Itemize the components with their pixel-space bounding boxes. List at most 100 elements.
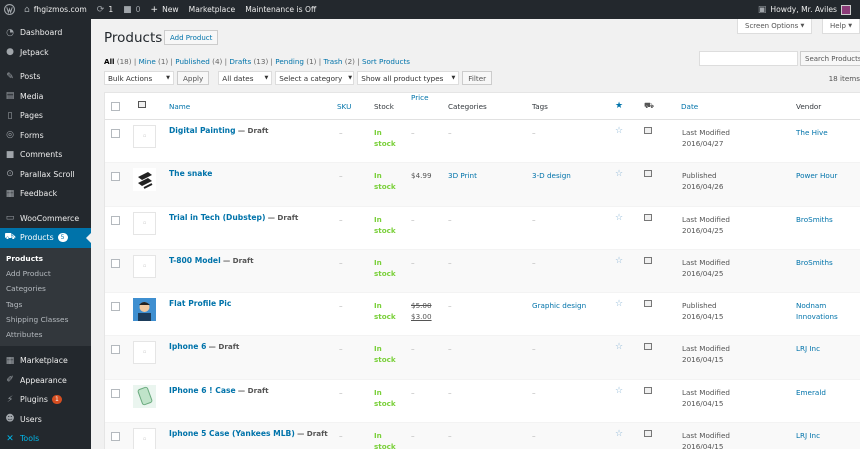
row-checkbox[interactable] <box>111 388 120 398</box>
featured-star-outline-icon[interactable]: ☆ <box>615 342 623 352</box>
product-name-link[interactable]: The snake <box>169 169 212 178</box>
vendor-link[interactable]: LRJ Inc <box>796 344 820 353</box>
featured-star-outline-icon[interactable]: ☆ <box>615 299 623 309</box>
product-thumbnail-placeholder[interactable]: ▫ <box>133 254 156 278</box>
sidebar-item-feedback[interactable]: ▦ Feedback <box>0 184 91 204</box>
table-header: Name SKU Stock Price Categories Tags ★ ⛟… <box>105 93 860 120</box>
sort-products-link[interactable]: Sort Products <box>362 57 410 66</box>
help-button[interactable]: Help ▼ <box>822 19 860 34</box>
site-name-link[interactable]: ⌂ fhgizmos.com <box>19 0 92 19</box>
row-checkbox[interactable] <box>111 215 120 225</box>
product-name-link[interactable]: Trial in Tech (Dubstep) <box>169 213 265 222</box>
updates-link[interactable]: ⟳ 1 <box>92 0 118 19</box>
new-content-link[interactable]: + New <box>146 0 184 19</box>
filter-pending[interactable]: Pending <box>275 57 304 66</box>
column-sku[interactable]: SKU <box>337 101 351 112</box>
add-product-button[interactable]: Add Product <box>164 30 219 45</box>
sidebar-item-users[interactable]: ☻ Users <box>0 409 91 429</box>
account-menu[interactable]: ▣ Howdy, Mr. Aviles <box>753 0 856 19</box>
filter-button[interactable]: Filter <box>462 71 493 85</box>
column-price[interactable]: Price <box>411 92 429 103</box>
select-all-checkbox[interactable] <box>111 102 120 111</box>
row-checkbox[interactable] <box>111 345 120 355</box>
vendor-link[interactable]: BroSmiths <box>796 215 833 224</box>
comments-link[interactable]: ■ 0 <box>118 0 145 19</box>
bulk-actions-select[interactable]: Bulk Actions ▼ <box>104 71 174 85</box>
featured-star-outline-icon[interactable]: ☆ <box>615 256 623 266</box>
featured-star-outline-icon[interactable]: ☆ <box>615 429 623 439</box>
search-products-button[interactable]: Search Products <box>800 51 860 66</box>
row-checkbox[interactable] <box>111 172 120 182</box>
vendor-link[interactable]: LRJ Inc <box>796 431 820 440</box>
vendor-link-line2[interactable]: Innovations <box>796 312 838 321</box>
filter-all[interactable]: All <box>104 57 115 66</box>
marketplace-link[interactable]: Marketplace <box>184 0 241 19</box>
sidebar-item-posts[interactable]: ✎ Posts <box>0 67 91 87</box>
product-name-link[interactable]: Iphone 6 <box>169 342 206 351</box>
featured-star-outline-icon[interactable]: ☆ <box>615 386 623 396</box>
row-checkbox[interactable] <box>111 258 120 268</box>
submenu-categories[interactable]: Categories <box>0 281 91 296</box>
row-checkbox[interactable] <box>111 302 120 312</box>
wordpress-logo-icon[interactable] <box>0 0 19 19</box>
search-input[interactable] <box>699 51 798 66</box>
filter-mine[interactable]: Mine <box>139 57 156 66</box>
sidebar-item-woocommerce[interactable]: ▭ WooCommerce <box>0 209 91 229</box>
product-name-link[interactable]: T-800 Model <box>169 256 221 265</box>
vendor-link[interactable]: The Hive <box>796 128 828 137</box>
submenu-products[interactable]: Products <box>0 251 91 266</box>
product-tags[interactable]: 3-D design <box>532 170 571 181</box>
product-name-link[interactable]: IPhone 6 ! Case <box>169 386 236 395</box>
sidebar-item-parallax-scroll[interactable]: ⊙ Parallax Scroll <box>0 165 91 185</box>
vendor-link[interactable]: Nodnam <box>796 301 826 310</box>
apply-button[interactable]: Apply <box>177 71 210 85</box>
product-thumbnail[interactable] <box>133 298 156 322</box>
row-checkbox[interactable] <box>111 129 120 138</box>
sidebar-item-pages[interactable]: ▯ Pages <box>0 106 91 126</box>
featured-star-outline-icon[interactable]: ☆ <box>615 213 623 223</box>
sidebar-item-media[interactable]: ▤ Media <box>0 87 91 107</box>
product-thumbnail-placeholder[interactable]: ▫ <box>133 125 156 148</box>
product-thumbnail-placeholder[interactable]: ▫ <box>133 211 156 235</box>
featured-column-star-icon[interactable]: ★ <box>615 101 623 111</box>
sidebar-item-tools[interactable]: ✕ Tools <box>0 429 91 449</box>
screen-options-button[interactable]: Screen Options ▼ <box>737 19 813 34</box>
submenu-add-product[interactable]: Add Product <box>0 266 91 281</box>
product-thumbnail[interactable] <box>133 384 156 408</box>
category-filter-select[interactable]: Select a category ▼ <box>275 71 355 85</box>
submenu-attributes[interactable]: Attributes <box>0 327 91 342</box>
product-name-link[interactable]: Digital Painting <box>169 126 236 135</box>
sidebar-item-plugins[interactable]: ⚡ Plugins 1 <box>0 390 91 410</box>
row-checkbox[interactable] <box>111 432 120 442</box>
maintenance-status[interactable]: Maintenance is Off <box>240 0 321 19</box>
product-categories[interactable]: 3D Print <box>448 170 477 181</box>
submenu-shipping-classes[interactable]: Shipping Classes <box>0 312 91 327</box>
sidebar-item-jetpack[interactable]: ● Jetpack <box>0 43 91 63</box>
sidebar-item-appearance[interactable]: ✐ Appearance <box>0 370 91 390</box>
product-thumbnail[interactable] <box>133 168 156 192</box>
featured-star-outline-icon[interactable]: ☆ <box>615 169 623 179</box>
featured-star-outline-icon[interactable]: ☆ <box>615 126 623 136</box>
sidebar-item-products[interactable]: ⛟ Products 5 <box>0 228 91 248</box>
column-name[interactable]: Name <box>169 101 190 112</box>
product-name-link[interactable]: Iphone 5 Case (Yankees MLB) <box>169 429 295 438</box>
vendor-link[interactable]: Emerald <box>796 388 826 397</box>
sidebar-item-forms[interactable]: ◎ Forms <box>0 126 91 146</box>
filter-drafts[interactable]: Drafts <box>229 57 251 66</box>
filter-trash[interactable]: Trash <box>323 57 342 66</box>
column-date[interactable]: Date <box>681 101 698 112</box>
product-tags[interactable]: Graphic design <box>532 300 586 311</box>
product-name-link[interactable]: Flat Profile Pic <box>169 299 231 308</box>
product-type-filter-select[interactable]: Show all product types ▼ <box>357 71 460 85</box>
vendor-link[interactable]: BroSmiths <box>796 258 833 267</box>
sidebar-item-comments[interactable]: ■ Comments <box>0 145 91 165</box>
product-thumbnail-placeholder[interactable]: ▫ <box>133 341 156 365</box>
vendor-link[interactable]: Power Hour <box>796 171 837 180</box>
sidebar-item-marketplace[interactable]: ▦ Marketplace <box>0 351 91 371</box>
submenu-tags[interactable]: Tags <box>0 297 91 312</box>
filter-published[interactable]: Published <box>175 57 210 66</box>
date-filter-select[interactable]: All dates ▼ <box>218 71 273 85</box>
product-tags: – <box>532 387 536 397</box>
product-thumbnail-placeholder[interactable]: ▫ <box>133 428 156 449</box>
sidebar-item-dashboard[interactable]: ◔ Dashboard <box>0 23 91 43</box>
